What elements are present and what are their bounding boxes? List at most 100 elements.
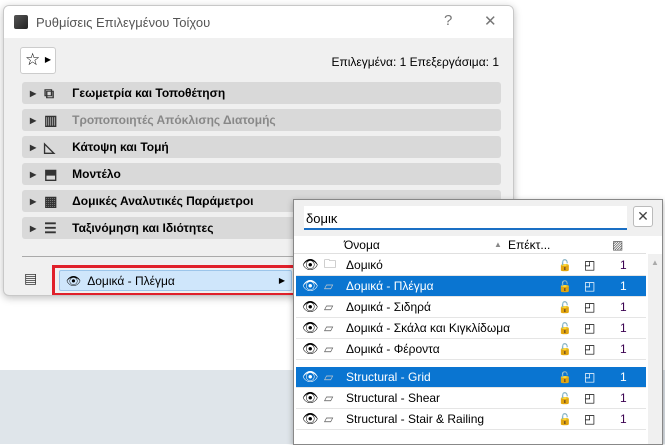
layer-name: Structural - Shear bbox=[346, 391, 441, 405]
layer-row[interactable]: 👁 ▱ Δομικά - Πλέγμα 🔓 ◰ 1 bbox=[296, 276, 646, 297]
wireframe-icon[interactable]: ◰ bbox=[584, 342, 595, 356]
column-name[interactable]: Όνομα bbox=[344, 238, 380, 252]
layer-selector[interactable]: 👁 Δομικά - Πλέγμα ▶ bbox=[59, 270, 292, 291]
layer-row[interactable]: 👁 ▱ Structural - Stair & Railing 🔓 ◰ 1 bbox=[296, 409, 646, 430]
eye-icon: 👁 bbox=[66, 273, 82, 288]
wireframe-icon[interactable]: ◰ bbox=[584, 321, 595, 335]
layers-icon: ▤ bbox=[24, 270, 38, 286]
search-input[interactable]: δομικ bbox=[304, 206, 627, 230]
eye-icon[interactable]: 👁 bbox=[302, 278, 319, 294]
triangle-right-icon: ▶ bbox=[30, 223, 37, 233]
layer-popup: δομικ ✕ Όνομα ▲ Επέκτ... ▨ 👁 🗀 Δομικό 🔓 … bbox=[293, 199, 663, 445]
layer-row[interactable]: 👁 ▱ Δομικά - Σκάλα και Κιγκλίδωμα 🔓 ◰ 1 bbox=[296, 318, 646, 339]
intersection-group: 1 bbox=[620, 300, 627, 314]
layer-name: Δομικό bbox=[346, 258, 383, 272]
scrollbar[interactable]: ▲ bbox=[648, 254, 662, 444]
folder-icon: 🗀 bbox=[324, 256, 337, 271]
layer-icon: ▱ bbox=[324, 370, 334, 384]
panel-label: Μοντέλο bbox=[72, 167, 121, 181]
intersection-group: 1 bbox=[620, 279, 627, 293]
eye-icon[interactable]: 👁 bbox=[302, 299, 319, 315]
panel-label: Τροποποιητές Απόκλισης Διατομής bbox=[72, 113, 276, 127]
layer-icon: ▱ bbox=[324, 391, 334, 405]
eye-icon[interactable]: 👁 bbox=[302, 257, 319, 273]
unlock-icon[interactable]: 🔓 bbox=[558, 322, 572, 335]
eye-icon[interactable]: 👁 bbox=[302, 390, 319, 406]
layer-icon: ▱ bbox=[324, 412, 334, 426]
layer-icon: ▱ bbox=[324, 300, 334, 314]
layer-icon: ▱ bbox=[324, 321, 334, 335]
table-header: Όνομα ▲ Επέκτ... ▨ bbox=[294, 236, 646, 254]
intersection-group: 1 bbox=[620, 412, 627, 426]
eye-icon[interactable]: 👁 bbox=[302, 411, 319, 427]
wireframe-icon[interactable]: ◰ bbox=[584, 300, 595, 314]
close-button[interactable]: ✕ bbox=[484, 12, 497, 30]
floorplan-icon: ◺ bbox=[44, 138, 55, 155]
triangle-right-icon: ▶ bbox=[30, 142, 37, 152]
layer-name: Δομικά - Φέροντα bbox=[346, 342, 440, 356]
unlock-icon[interactable]: 🔓 bbox=[558, 259, 572, 272]
wireframe-icon[interactable]: ◰ bbox=[584, 258, 595, 272]
layer-name: Δομικά - Πλέγμα bbox=[346, 279, 434, 293]
layer-name: Δομικά - Σκάλα και Κιγκλίδωμα bbox=[346, 321, 511, 335]
panel-label: Δομικές Αναλυτικές Παράμετροι bbox=[72, 194, 254, 208]
triangle-right-icon: ▶ bbox=[44, 55, 51, 64]
column-ext[interactable]: Επέκτ... bbox=[508, 238, 550, 252]
model-icon: ⬒ bbox=[44, 165, 58, 182]
triangle-right-icon: ▶ bbox=[30, 169, 37, 179]
panel-label: Γεωμετρία και Τοποθέτηση bbox=[72, 86, 226, 100]
layer-row[interactable]: 👁 🗀 Δομικό 🔓 ◰ 1 bbox=[296, 255, 646, 276]
title-bar: Ρυθμίσεις Επιλεγμένου Τοίχου ? ✕ bbox=[4, 6, 513, 38]
dialog-title: Ρυθμίσεις Επιλεγμένου Τοίχου bbox=[36, 14, 211, 30]
panel-label: Ταξινόμηση και Ιδιότητες bbox=[72, 221, 214, 235]
wireframe-icon[interactable]: ◰ bbox=[584, 279, 595, 293]
layer-name: Structural - Stair & Railing bbox=[346, 412, 485, 426]
layer-icon: ▱ bbox=[324, 342, 334, 356]
panel-0[interactable]: ▶ ⧉ Γεωμετρία και Τοποθέτηση bbox=[22, 82, 501, 104]
panel-3[interactable]: ▶ ⬒ Μοντέλο bbox=[22, 163, 501, 185]
clear-search-button[interactable]: ✕ bbox=[633, 206, 653, 227]
unlock-icon[interactable]: 🔓 bbox=[558, 371, 572, 384]
unlock-icon[interactable]: 🔓 bbox=[558, 301, 572, 314]
triangle-right-icon: ▶ bbox=[278, 276, 285, 285]
panel-1[interactable]: ▶ ▥ Τροποποιητές Απόκλισης Διατομής bbox=[22, 109, 501, 131]
sort-asc-icon: ▲ bbox=[494, 240, 502, 249]
eye-icon[interactable]: 👁 bbox=[302, 369, 319, 385]
layer-row[interactable]: 👁 ▱ Δομικά - Σιδηρά 🔓 ◰ 1 bbox=[296, 297, 646, 318]
eye-icon[interactable]: 👁 bbox=[302, 341, 319, 357]
layer-row[interactable]: 👁 ▱ Structural - Shear 🔓 ◰ 1 bbox=[296, 388, 646, 409]
selection-info: Επιλεγμένα: 1 Επεξεργάσιμα: 1 bbox=[331, 55, 499, 69]
panel-label: Κάτοψη και Τομή bbox=[72, 140, 169, 154]
unlock-icon[interactable]: 🔓 bbox=[558, 280, 572, 293]
properties-icon: ☰ bbox=[44, 219, 57, 236]
intersection-group: 1 bbox=[620, 321, 627, 335]
triangle-right-icon: ▶ bbox=[30, 196, 37, 206]
help-button[interactable]: ? bbox=[444, 12, 452, 29]
profile-icon: ▥ bbox=[44, 111, 58, 128]
triangle-right-icon: ▶ bbox=[30, 88, 37, 98]
layer-row[interactable]: 👁 ▱ Structural - Grid 🔓 ◰ 1 bbox=[296, 367, 646, 388]
wireframe-icon[interactable]: ◰ bbox=[584, 391, 595, 405]
layer-name: Structural - Grid bbox=[346, 370, 431, 384]
wireframe-icon[interactable]: ◰ bbox=[584, 412, 595, 426]
layer-row[interactable]: 👁 ▱ Δομικά - Φέροντα 🔓 ◰ 1 bbox=[296, 339, 646, 360]
panel-2[interactable]: ▶ ◺ Κάτοψη και Τομή bbox=[22, 136, 501, 158]
unlock-icon[interactable]: 🔓 bbox=[558, 343, 572, 356]
eye-icon[interactable]: 👁 bbox=[302, 320, 319, 336]
layer-value: Δομικά - Πλέγμα bbox=[87, 273, 175, 288]
layer-name: Δομικά - Σιδηρά bbox=[346, 300, 431, 314]
layer-selector-highlight: 👁 Δομικά - Πλέγμα ▶ bbox=[52, 265, 299, 295]
intersection-group: 1 bbox=[620, 342, 627, 356]
favorites-button[interactable]: ☆ ▶ bbox=[20, 47, 56, 74]
intersection-group: 1 bbox=[620, 391, 627, 405]
star-icon: ☆ bbox=[25, 50, 41, 69]
scroll-up-icon[interactable]: ▲ bbox=[651, 258, 659, 267]
unlock-icon[interactable]: 🔓 bbox=[558, 392, 572, 405]
hatch-icon: ▨ bbox=[612, 238, 624, 252]
unlock-icon[interactable]: 🔓 bbox=[558, 413, 572, 426]
intersection-group: 1 bbox=[620, 258, 627, 272]
intersection-group: 1 bbox=[620, 370, 627, 384]
geometry-icon: ⧉ bbox=[44, 84, 55, 101]
wireframe-icon[interactable]: ◰ bbox=[584, 370, 595, 384]
structural-icon: ▦ bbox=[44, 192, 58, 209]
